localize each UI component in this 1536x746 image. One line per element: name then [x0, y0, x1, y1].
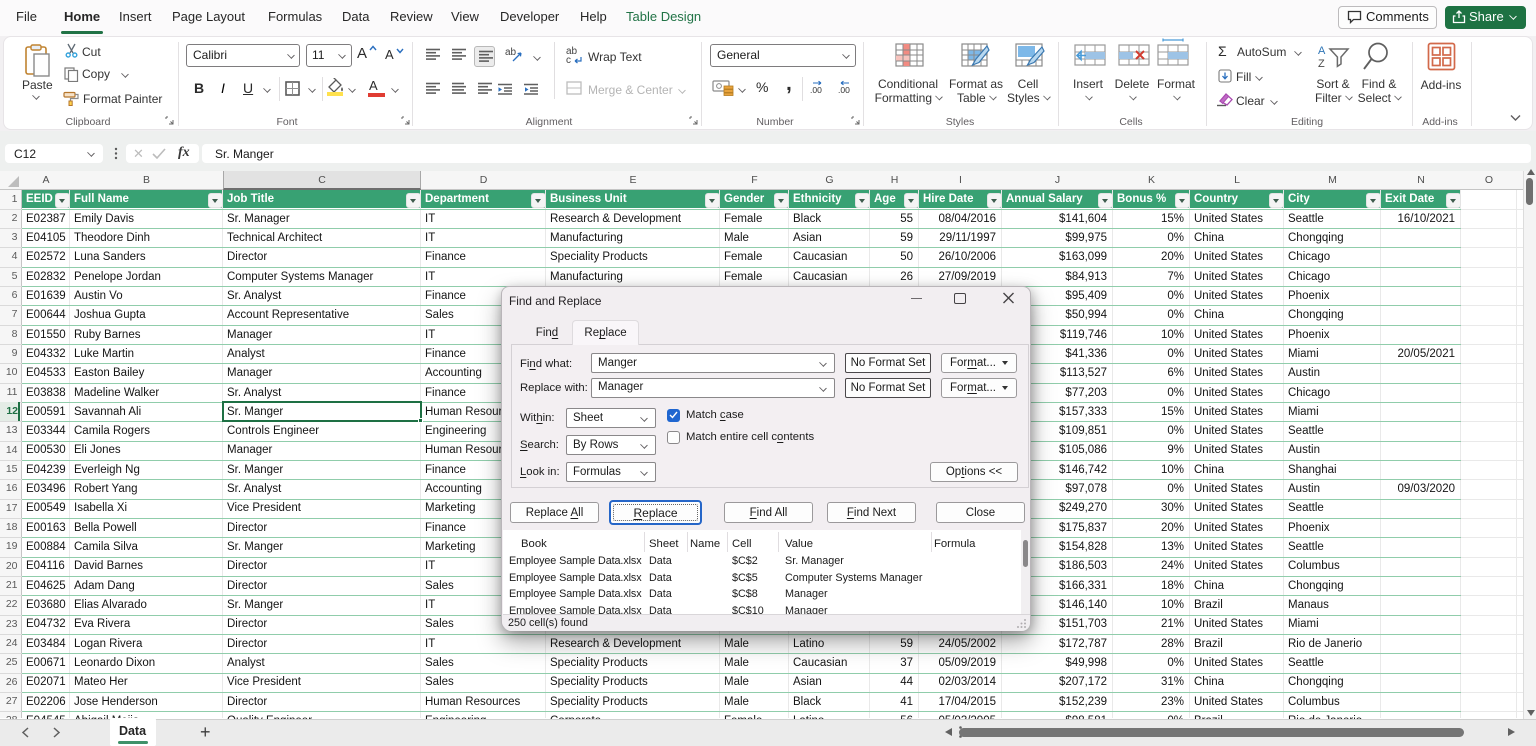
svg-text:A: A [1318, 45, 1326, 57]
svg-text:Z: Z [1318, 58, 1325, 69]
svg-text:.00: .00 [810, 85, 822, 95]
